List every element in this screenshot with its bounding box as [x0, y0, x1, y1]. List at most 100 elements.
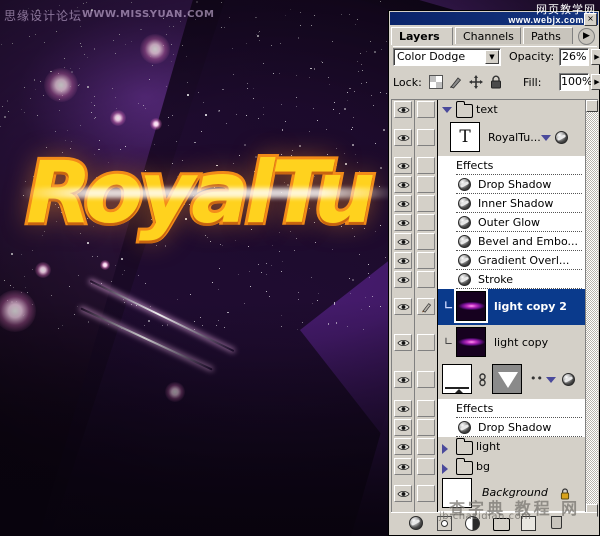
- layer-row[interactable]: ∟light copy: [438, 325, 586, 361]
- layer-thumbnail[interactable]: T: [450, 122, 480, 152]
- visibility-toggle[interactable]: [394, 334, 412, 351]
- chevron-down-icon[interactable]: [541, 135, 551, 141]
- chevron-down-icon[interactable]: [546, 377, 556, 383]
- link-toggle[interactable]: [417, 419, 435, 436]
- effect-name: Outer Glow: [478, 216, 540, 229]
- tab-layers[interactable]: Layers: [391, 27, 453, 45]
- visibility-toggle[interactable]: [394, 157, 412, 174]
- visibility-toggle[interactable]: [394, 271, 412, 288]
- layer-effect-row[interactable]: Drop Shadow: [438, 175, 586, 194]
- visibility-toggle[interactable]: [394, 400, 412, 417]
- layer-effect-row[interactable]: Effects: [438, 399, 586, 418]
- layer-row[interactable]: bg: [438, 457, 586, 477]
- layer-style-button[interactable]: [409, 516, 423, 530]
- visibility-toggle[interactable]: [394, 233, 412, 250]
- layer-effect-row[interactable]: Bevel and Embo...: [438, 232, 586, 251]
- layer-list-scrollbar[interactable]: [585, 100, 598, 516]
- scroll-up-icon[interactable]: [586, 100, 598, 112]
- link-icon[interactable]: [478, 373, 487, 390]
- layer-row[interactable]: ••: [438, 361, 586, 399]
- watermark-webjx-url: www.webjx.com: [508, 15, 584, 25]
- layer-list: textTRoyalTu...EffectsDrop ShadowInner S…: [391, 99, 598, 517]
- mask-shape: [498, 372, 518, 388]
- visibility-toggle[interactable]: [394, 195, 412, 212]
- add-layer-mask-button[interactable]: [437, 516, 452, 531]
- panel-menu-icon[interactable]: ▶: [578, 28, 595, 45]
- visibility-toggle[interactable]: [394, 129, 412, 146]
- link-toggle[interactable]: [417, 233, 435, 250]
- chevron-right-icon[interactable]: [442, 464, 448, 474]
- transparency-lock-icon[interactable]: [429, 74, 445, 90]
- eye-icon: [397, 257, 410, 265]
- visibility-toggle[interactable]: [394, 458, 412, 475]
- position-lock-icon[interactable]: [469, 74, 485, 90]
- visibility-toggle[interactable]: [394, 252, 412, 269]
- layer-effect-row[interactable]: Inner Shadow: [438, 194, 586, 213]
- layer-effects-icon[interactable]: [562, 373, 575, 386]
- visibility-toggle[interactable]: [394, 214, 412, 231]
- image-pixels-lock-icon[interactable]: [449, 74, 465, 90]
- new-group-button[interactable]: [493, 518, 510, 531]
- link-toggle[interactable]: [417, 334, 435, 351]
- visibility-toggle[interactable]: [394, 438, 412, 455]
- lock-all-icon[interactable]: [489, 74, 505, 90]
- new-fill-adjustment-button[interactable]: [465, 516, 480, 531]
- layer-row[interactable]: TRoyalTu...: [438, 120, 586, 156]
- visibility-toggle[interactable]: [394, 485, 412, 502]
- fill-slider-arrow-icon[interactable]: ▶: [591, 74, 600, 90]
- layer-row[interactable]: light: [438, 437, 586, 457]
- delete-layer-button[interactable]: [551, 516, 562, 529]
- new-layer-button[interactable]: [521, 516, 536, 531]
- link-toggle[interactable]: [417, 176, 435, 193]
- layer-thumbnail[interactable]: [442, 478, 472, 508]
- visibility-toggle[interactable]: [394, 419, 412, 436]
- adjustment-thumbnail[interactable]: [442, 364, 472, 394]
- link-toggle[interactable]: [417, 195, 435, 212]
- chevron-right-icon[interactable]: [442, 444, 448, 454]
- link-toggle[interactable]: [417, 252, 435, 269]
- layer-row-selected[interactable]: ∟light copy 2: [438, 289, 586, 325]
- link-toggle[interactable]: [417, 271, 435, 288]
- eye-icon: [397, 181, 410, 189]
- layer-effects-icon[interactable]: [555, 131, 568, 144]
- link-toggle[interactable]: [417, 298, 435, 315]
- watermark-chazidian-url: jb.chazidian.com: [439, 511, 531, 522]
- effect-name: Bevel and Embo...: [478, 235, 578, 248]
- visibility-toggle[interactable]: [394, 176, 412, 193]
- link-toggle[interactable]: [417, 400, 435, 417]
- layer-thumbnail[interactable]: [456, 327, 486, 357]
- link-toggle[interactable]: [417, 157, 435, 174]
- layers-panel-toolbar: 查字典 教程 网 jb.chazidian.com: [391, 512, 597, 533]
- lock-fill-row: Lock: Fill: 100% ▶: [393, 73, 595, 93]
- layer-effect-row[interactable]: Outer Glow: [438, 213, 586, 232]
- chevron-down-icon[interactable]: ▼: [485, 50, 499, 64]
- link-toggle[interactable]: [417, 101, 435, 118]
- layer-thumbnail[interactable]: [456, 291, 486, 321]
- visibility-toggle[interactable]: [394, 298, 412, 315]
- visibility-toggle[interactable]: [394, 371, 412, 388]
- link-toggle[interactable]: [417, 214, 435, 231]
- link-toggle[interactable]: [417, 129, 435, 146]
- link-toggle[interactable]: [417, 485, 435, 502]
- tab-paths[interactable]: Paths: [523, 27, 573, 44]
- layer-effect-row[interactable]: Drop Shadow: [438, 418, 586, 437]
- layer-effect-row[interactable]: Effects: [438, 156, 586, 175]
- visibility-toggle[interactable]: [394, 101, 412, 118]
- layer-row[interactable]: text: [438, 100, 586, 120]
- layer-mask-thumbnail[interactable]: [492, 364, 522, 394]
- link-toggle[interactable]: [417, 371, 435, 388]
- layer-effect-row[interactable]: Gradient Overl...: [438, 251, 586, 270]
- opacity-slider-arrow-icon[interactable]: ▶: [591, 49, 600, 65]
- effect-name: Gradient Overl...: [478, 254, 569, 267]
- layer-effect-row[interactable]: Stroke: [438, 270, 586, 289]
- layer-row[interactable]: Background: [438, 477, 586, 511]
- tab-channels[interactable]: Channels: [455, 27, 521, 44]
- chevron-down-icon[interactable]: [442, 107, 452, 113]
- blend-mode-select[interactable]: Color Dodge ▼: [393, 48, 501, 66]
- fill-input[interactable]: 100%: [559, 73, 589, 91]
- effect-icon: [458, 235, 471, 248]
- link-toggle[interactable]: [417, 458, 435, 475]
- link-toggle[interactable]: [417, 438, 435, 455]
- effect-name: Stroke: [478, 273, 513, 286]
- opacity-input[interactable]: 26%: [559, 48, 589, 66]
